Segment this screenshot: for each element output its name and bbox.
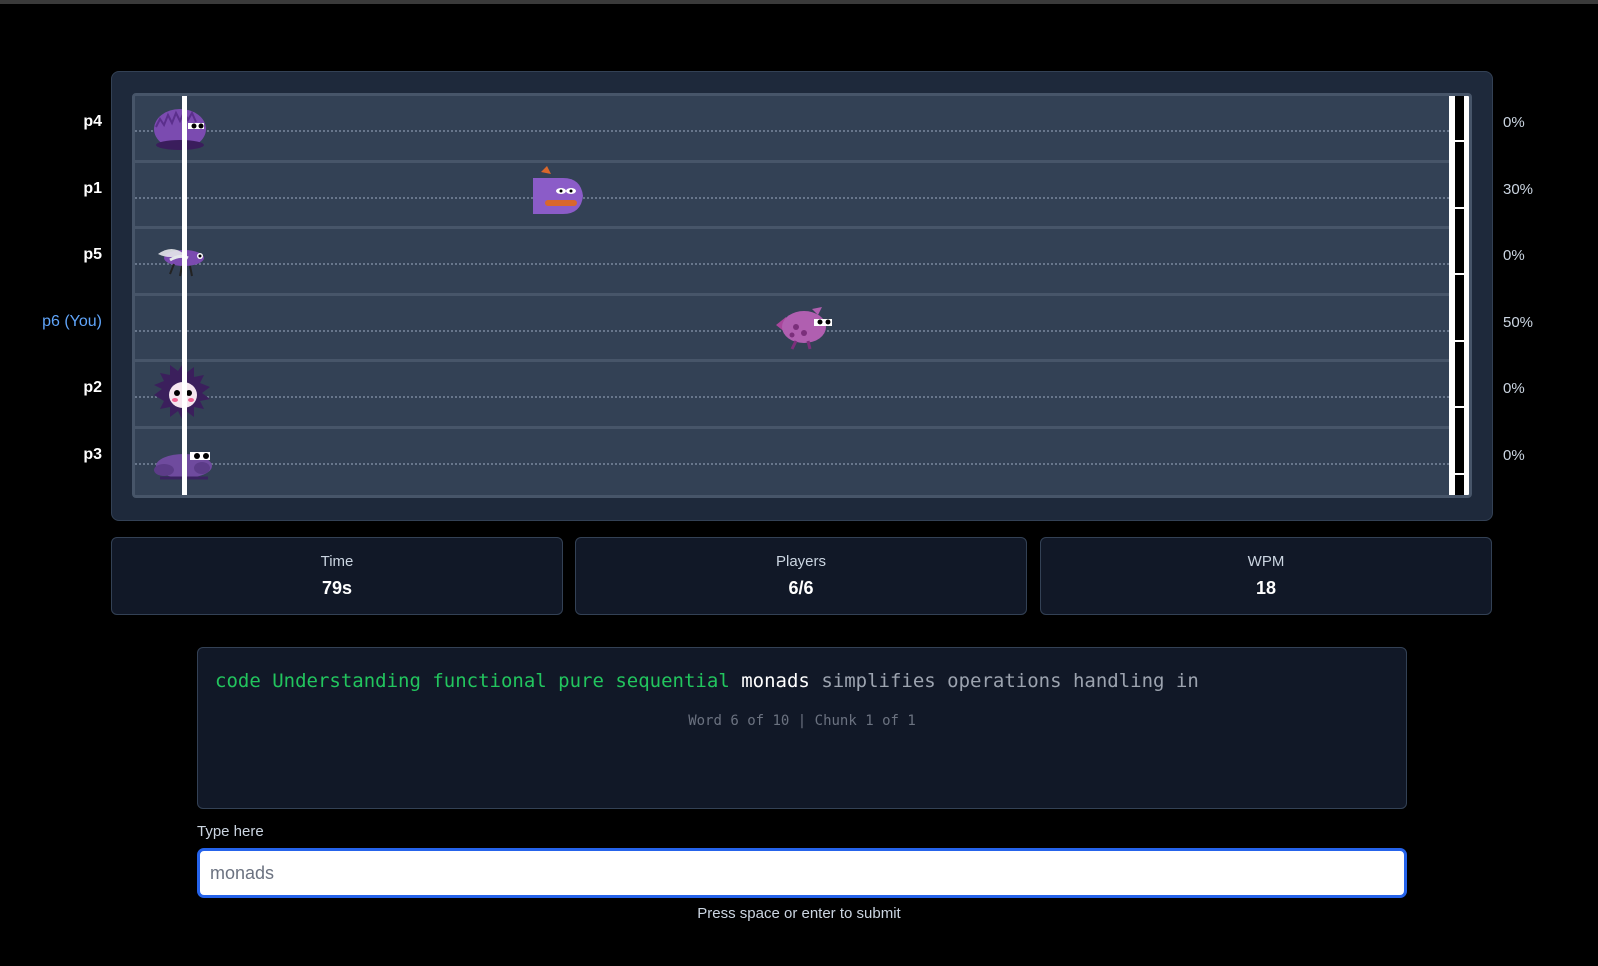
player-name: p2 (83, 379, 102, 396)
player-progress-percent: 30% (1503, 180, 1534, 198)
completed-words: code Understanding functional pure seque… (215, 670, 730, 692)
current-word: monads (741, 670, 810, 692)
lane-guide (135, 130, 1449, 132)
finish-line (1449, 96, 1469, 495)
wpm-stat: WPM 18 (1040, 537, 1492, 615)
player-progress-percent: 0% (1503, 380, 1525, 397)
lane-3 (135, 295, 1469, 362)
player-name: p3 (83, 445, 102, 463)
passage-panel: code Understanding functional pure seque… (197, 647, 1407, 809)
submit-hint: Press space or enter to submit (697, 905, 901, 922)
players-value: 6/6 (788, 578, 814, 598)
players-label: Players (775, 553, 827, 570)
time-label: Time (320, 553, 354, 570)
player-name: p4 (83, 113, 102, 130)
player-progress-percent: 0% (1503, 446, 1525, 464)
time-stat: Time 79s (111, 537, 563, 615)
window-top-border (0, 0, 1598, 4)
wpm-value: 18 (1255, 578, 1277, 598)
players-stat: Players 6/6 (575, 537, 1027, 615)
lane-0 (135, 96, 1469, 163)
race-track (132, 93, 1472, 498)
remaining-words: simplifies operations handling in (821, 670, 1199, 692)
fish-racer (523, 164, 587, 220)
typing-input[interactable] (197, 848, 1407, 898)
player-progress-percent: 0% (1503, 247, 1525, 264)
passage-words: code Understanding functional pure seque… (215, 670, 1199, 692)
player-name: p5 (83, 246, 102, 263)
pink-fish-racer (772, 297, 836, 353)
player-name: p1 (83, 179, 102, 197)
wpm-label: WPM (1247, 553, 1285, 570)
word-progress: Word 6 of 10 | Chunk 1 of 1 (688, 713, 916, 729)
time-value: 79s (321, 578, 353, 598)
lane-5 (135, 428, 1469, 495)
start-line (182, 96, 187, 495)
lane-guide (135, 462, 1449, 465)
player-progress-percent: 50% (1503, 313, 1534, 331)
lane-2 (135, 229, 1469, 296)
type-here-label: Type here (197, 823, 264, 840)
lane-1 (135, 162, 1469, 229)
lane-guide (135, 196, 1449, 199)
lane-guide (135, 263, 1449, 265)
lane-4 (135, 362, 1469, 429)
lane-guide (135, 396, 1449, 398)
player-name: p6 (You) (42, 312, 102, 330)
player-progress-percent: 0% (1503, 114, 1525, 131)
